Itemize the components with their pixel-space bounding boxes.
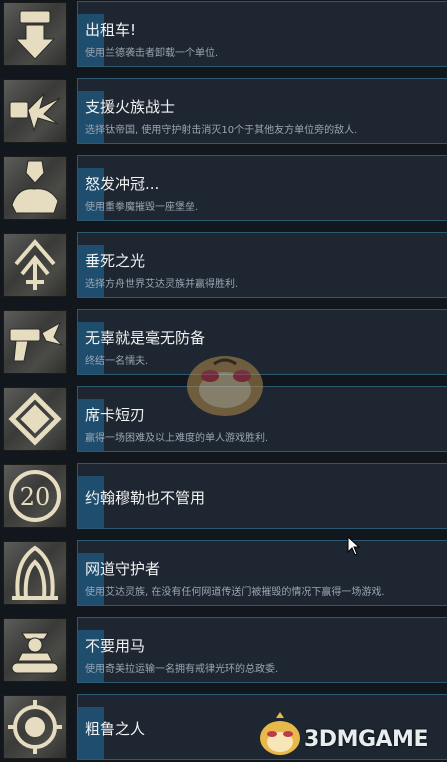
webway-gate-icon [3,541,67,605]
achievement-title: 支援火族战士 [85,98,176,116]
mascot-watermark-icon [187,356,263,416]
achievement-title: 粗鲁之人 [85,720,146,738]
achievement-title: 怒发冲冠... [85,175,160,193]
taxi-arrow-icon [3,2,67,66]
achievement-row[interactable]: 网道守护者 使用艾达灵族, 在没有任何网道传送门被摧毁的情况下赢得一场游戏. [0,540,447,608]
fist-icon [3,156,67,220]
achievement-row[interactable]: 怒发冲冠... 使用重拳魔摧毁一座堡垒. [0,155,447,223]
watermark-text: 3DMGAME [304,727,428,752]
achievement-description: 赢得一场困难及以上难度的单人游戏胜利. [85,433,269,444]
achievement-title: 不要用马 [85,637,146,655]
achievement-row[interactable]: 支援火族战士 选择钛帝国, 使用守护射击消灭10个于其他友方单位旁的敌人. [0,78,447,146]
achievement-description: 选择方舟世界艾达灵族并赢得胜利. [85,279,239,290]
achievement-description: 使用兰德袭击者卸载一个单位. [85,48,219,59]
achievement-row[interactable]: 20 约翰穆勒也不管用 [0,463,447,531]
achievement-title: 网道守护者 [85,560,161,578]
pistol-icon [3,310,67,374]
achievement-description: 使用奇美拉运输一名拥有戒律光环的总政委. [85,664,279,675]
mouse-cursor-icon [347,536,361,556]
achievement-description: 选择钛帝国, 使用守护射击消灭10个于其他友方单位旁的敌人. [85,125,358,136]
achievement-title: 约翰穆勒也不管用 [85,489,206,507]
3dm-logo-icon [260,712,300,755]
number-20-icon: 20 [3,464,67,528]
achievement-row[interactable]: 不要用马 使用奇美拉运输一名拥有戒律光环的总政委. [0,617,447,685]
achievement-description: 使用艾达灵族, 在没有任何网道传送门被摧毁的情况下赢得一场游戏. [85,587,385,598]
achievement-description: 终结一名懦夫. [85,356,149,367]
achievement-title: 席卡短刃 [85,406,146,424]
eldar-rune-icon [3,233,67,297]
achievement-row[interactable]: 出租车! 使用兰德袭击者卸载一个单位. [0,1,447,69]
achievement-title: 垂死之光 [85,252,146,270]
achievement-description: 使用重拳魔摧毁一座堡垒. [85,202,199,213]
ork-gear-icon [3,695,67,759]
diamond-blade-icon [3,387,67,451]
achievement-title: 出租车! [85,21,137,39]
commissar-tank-icon [3,618,67,682]
achievement-row[interactable]: 垂死之光 选择方舟世界艾达灵族并赢得胜利. [0,232,447,300]
badge-number: 20 [20,483,51,511]
fire-support-icon [3,79,67,143]
